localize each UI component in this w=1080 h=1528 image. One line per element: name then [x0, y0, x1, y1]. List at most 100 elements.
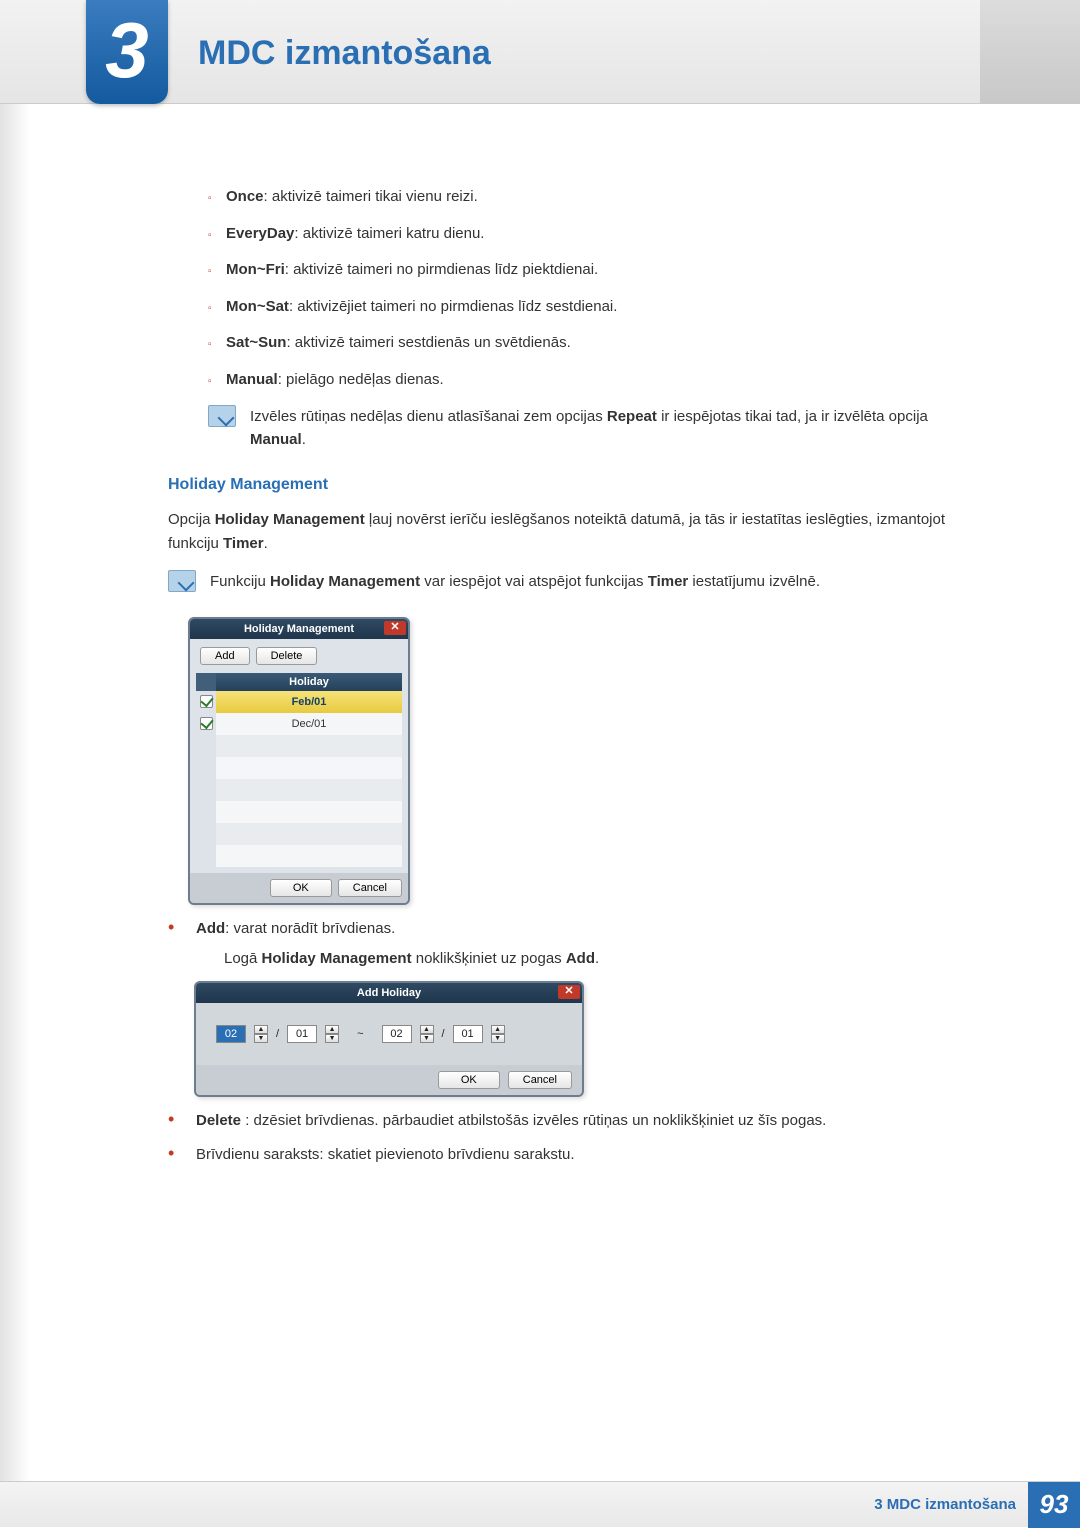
- dialog-titlebar: Add Holiday ✕: [196, 983, 582, 1003]
- slash-separator: /: [276, 1028, 279, 1040]
- table-row[interactable]: Feb/01: [196, 691, 402, 713]
- holiday-cell: Dec/01: [216, 713, 402, 735]
- ok-button[interactable]: OK: [270, 879, 332, 897]
- option-desc: : aktivizē taimeri sestdienās un svētdie…: [286, 334, 570, 351]
- dialog-footer: OK Cancel: [190, 873, 408, 903]
- option-desc: : pielāgo nedēļas dienas.: [278, 371, 444, 388]
- month-start-field[interactable]: 02: [216, 1025, 246, 1043]
- option-name: EveryDay: [226, 225, 294, 242]
- delete-button[interactable]: Delete: [256, 647, 318, 665]
- note-holiday-timer: Funkciju Holiday Management var iespējot…: [168, 570, 958, 593]
- add-holiday-dialog: Add Holiday ✕ 02 ▲▼ / 01 ▲▼ ~ 02 ▲▼ / 01…: [194, 981, 584, 1097]
- action-name: Delete: [196, 1112, 241, 1129]
- repeat-options-list: ▫ Once: aktivizē taimeri tikai vienu reiz…: [168, 186, 958, 391]
- note-text: ir iespējotas tikai tad, ja ir izvēlēta …: [657, 408, 928, 425]
- holiday-cell: Feb/01: [216, 691, 402, 713]
- square-bullet-icon: ▫: [168, 259, 208, 279]
- month-end-field[interactable]: 02: [382, 1025, 412, 1043]
- option-desc: : aktivizē taimeri tikai vienu reizi.: [264, 188, 478, 205]
- holiday-management-heading: Holiday Management: [168, 476, 958, 494]
- option-desc: : aktivizē taimeri katru dienu.: [294, 225, 484, 242]
- holiday-management-dialog: Holiday Management ✕ Add Delete Holiday …: [188, 617, 410, 905]
- bullet-icon: •: [168, 1143, 190, 1167]
- option-desc: : aktivizējiet taimeri no pirmdienas līd…: [289, 298, 617, 315]
- note-repeat-manual: Izvēles rūtiņas nedēļas dienu atlasīšana…: [208, 405, 958, 452]
- list-item: • Delete : dzēsiet brīvdienas. pārbaudie…: [168, 1109, 958, 1133]
- list-item: • Add: varat norādīt brīvdienas. Logā Ho…: [168, 917, 958, 971]
- table-row: [196, 735, 402, 757]
- page-footer: 3 MDC izmantošana 93: [0, 1481, 1080, 1527]
- dialog-footer: OK Cancel: [196, 1065, 582, 1095]
- table-row[interactable]: Dec/01: [196, 713, 402, 735]
- add-button[interactable]: Add: [200, 647, 250, 665]
- page-number: 93: [1028, 1482, 1080, 1528]
- content-area: ▫ Once: aktivizē taimeri tikai vienu reiz…: [168, 186, 958, 1177]
- actions-list: • Add: varat norādīt brīvdienas. Logā Ho…: [168, 917, 958, 971]
- action-desc: Brīvdienu saraksts: skatiet pievienoto b…: [190, 1143, 958, 1167]
- note-bold: Repeat: [607, 408, 657, 425]
- cancel-button[interactable]: Cancel: [508, 1071, 572, 1089]
- table-row: [196, 801, 402, 823]
- checkbox-icon[interactable]: [200, 717, 213, 730]
- chapter-title: MDC izmantošana: [198, 34, 491, 73]
- square-bullet-icon: ▫: [168, 186, 208, 206]
- column-header: Holiday: [216, 673, 402, 691]
- spinner-arrows-icon[interactable]: ▲▼: [420, 1025, 434, 1043]
- note-text: Funkciju: [210, 573, 270, 590]
- holiday-table: Holiday Feb/01 Dec/01: [196, 673, 402, 867]
- square-bullet-icon: ▫: [168, 332, 208, 352]
- list-item: ▫ EveryDay: aktivizē taimeri katru dienu.: [168, 223, 958, 246]
- list-item: • Brīvdienu saraksts: skatiet pievienoto…: [168, 1143, 958, 1167]
- option-name: Mon~Sat: [226, 298, 289, 315]
- day-end-field[interactable]: 01: [453, 1025, 483, 1043]
- square-bullet-icon: ▫: [168, 223, 208, 243]
- header-right-strip: [980, 0, 1080, 104]
- note-bold: Holiday Management: [270, 573, 420, 590]
- spinner-arrows-icon[interactable]: ▲▼: [325, 1025, 339, 1043]
- dialog-title: Holiday Management: [244, 623, 354, 635]
- option-name: Mon~Fri: [226, 261, 285, 278]
- option-desc: : aktivizē taimeri no pirmdienas līdz pi…: [285, 261, 598, 278]
- table-header: Holiday: [196, 673, 402, 691]
- list-item: ▫ Mon~Fri: aktivizē taimeri no pirmdienas…: [168, 259, 958, 282]
- option-name: Manual: [226, 371, 278, 388]
- close-icon[interactable]: ✕: [384, 621, 406, 635]
- day-start-field[interactable]: 01: [287, 1025, 317, 1043]
- dialog-toolbar: Add Delete: [190, 639, 408, 673]
- dialog-body: 02 ▲▼ / 01 ▲▼ ~ 02 ▲▼ / 01 ▲▼: [196, 1003, 582, 1065]
- spinner-arrows-icon[interactable]: ▲▼: [491, 1025, 505, 1043]
- range-separator: ~: [347, 1028, 373, 1040]
- action-desc: : varat norādīt brīvdienas.: [225, 920, 395, 937]
- left-edge-shadow: [0, 0, 30, 1527]
- square-bullet-icon: ▫: [168, 296, 208, 316]
- bullet-icon: •: [168, 917, 190, 971]
- footer-chapter-label: 3 MDC izmantošana: [874, 1496, 1016, 1513]
- list-item: ▫ Mon~Sat: aktivizējiet taimeri no pirmdi…: [168, 296, 958, 319]
- note-bold: Manual: [250, 431, 302, 448]
- note-text: Izvēles rūtiņas nedēļas dienu atlasīšana…: [250, 408, 607, 425]
- checkbox-icon[interactable]: [200, 695, 213, 708]
- note-bold: Timer: [648, 573, 689, 590]
- option-name: Once: [226, 188, 264, 205]
- chapter-number-badge: 3: [86, 0, 168, 104]
- note-text: var iespējot vai atspējot funkcijas: [420, 573, 648, 590]
- note-text: .: [302, 431, 306, 448]
- list-item: ▫Sat~Sun: aktivizē taimeri sestdienās un…: [168, 332, 958, 355]
- table-row: [196, 823, 402, 845]
- action-name: Add: [196, 920, 225, 937]
- ok-button[interactable]: OK: [438, 1071, 500, 1089]
- list-item: ▫ Once: aktivizē taimeri tikai vienu reiz…: [168, 186, 958, 209]
- close-icon[interactable]: ✕: [558, 985, 580, 999]
- cancel-button[interactable]: Cancel: [338, 879, 402, 897]
- page-header: 3 MDC izmantošana: [0, 0, 1080, 104]
- table-row: [196, 779, 402, 801]
- note-text: iestatījumu izvēlnē.: [688, 573, 820, 590]
- action-sub: Logā Holiday Management noklikšķiniet uz…: [224, 947, 958, 971]
- slash-separator: /: [442, 1028, 445, 1040]
- note-icon: [168, 570, 196, 592]
- square-bullet-icon: ▫: [168, 369, 208, 389]
- spinner-arrows-icon[interactable]: ▲▼: [254, 1025, 268, 1043]
- dialog-title: Add Holiday: [357, 987, 421, 999]
- action-desc: : dzēsiet brīvdienas. pārbaudiet atbilst…: [241, 1112, 826, 1129]
- list-item: ▫ Manual: pielāgo nedēļas dienas.: [168, 369, 958, 392]
